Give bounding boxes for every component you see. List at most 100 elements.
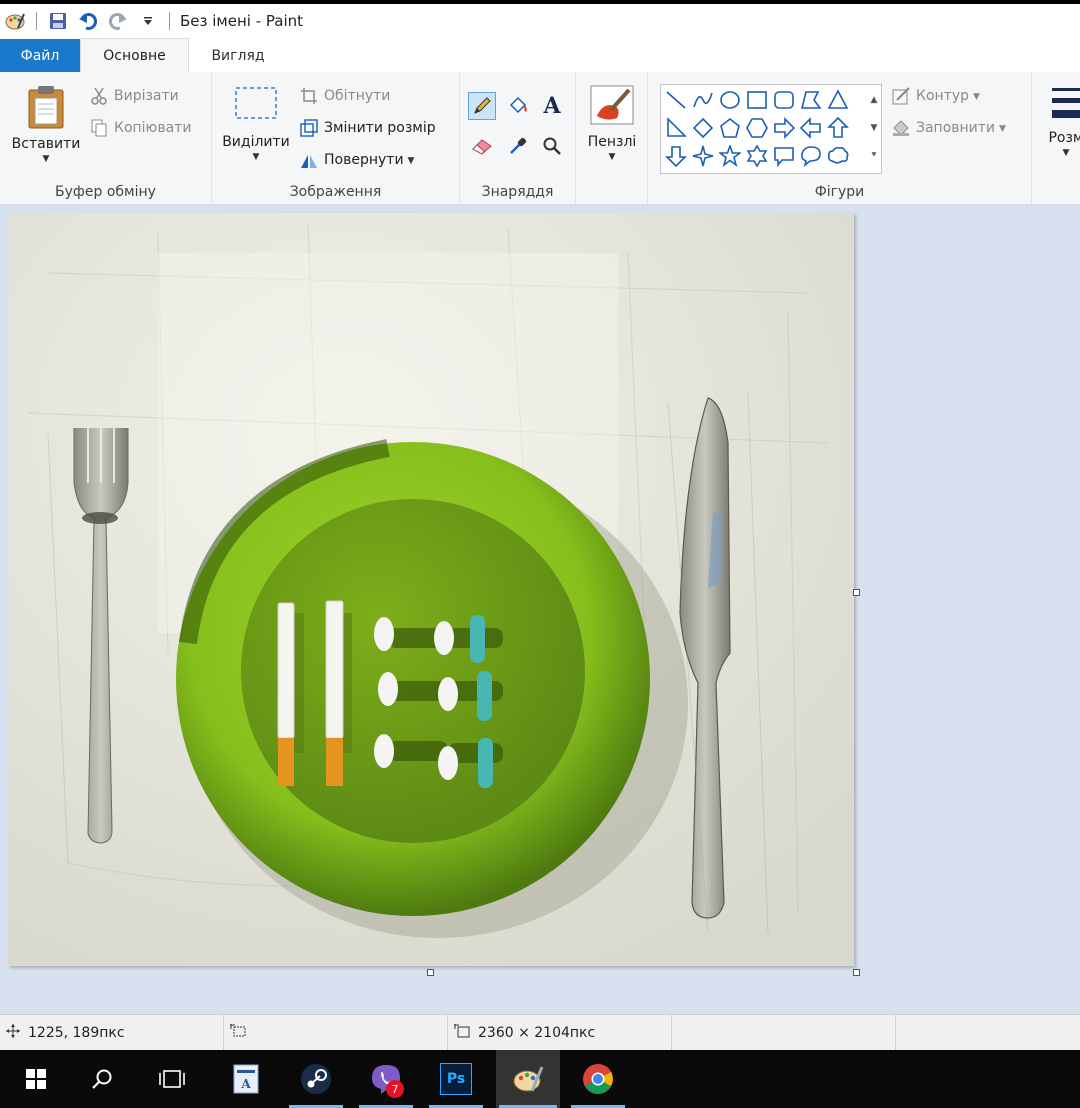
paint-app-icon[interactable] [4,10,26,32]
six-point-star-shape-icon[interactable] [744,143,770,169]
quick-access-toolbar [0,4,176,38]
eraser-icon[interactable] [468,132,496,160]
drawing-canvas[interactable] [8,213,854,966]
rotate-dropdown-arrow[interactable]: ▼ [408,156,415,166]
outline-dropdown-arrow[interactable]: ▼ [973,92,980,102]
canvas-resize-handle-bottom[interactable] [427,969,434,976]
paste-label: Вставити [11,136,81,152]
fill-icon[interactable] [504,92,532,120]
right-arrow-shape-icon[interactable] [771,115,797,141]
rotate-button[interactable]: Повернути ▼ [300,148,414,172]
triangle-shape-icon[interactable] [825,87,851,113]
separator [169,12,170,30]
cut-button[interactable]: Вирізати [90,84,179,108]
shapes-scroll-down-icon[interactable]: ▼ [867,115,881,141]
rectangle-shape-icon[interactable] [744,87,770,113]
rotate-icon [300,151,318,169]
five-point-star-shape-icon[interactable] [717,143,743,169]
tab-file[interactable]: Файл [0,39,80,72]
steam-icon[interactable] [286,1050,346,1108]
clipboard-group: Вставити ▼ Вирізати Копіювати Буфер обмі… [0,72,212,204]
photoshop-icon[interactable]: Ps [426,1050,486,1108]
image-size: 2360 × 2104пкс [448,1015,672,1051]
canvas-image [8,213,854,966]
search-icon[interactable] [72,1050,132,1108]
tools-group: A Знаряддя [460,72,576,204]
fill-shape-label: Заповнити [916,120,996,136]
rect-callout-shape-icon[interactable] [771,143,797,169]
line-width-icon [1052,88,1080,118]
redo-icon[interactable] [107,10,129,32]
word-icon[interactable]: A [216,1050,276,1108]
paste-dropdown-arrow[interactable]: ▼ [43,154,50,164]
cut-label: Вирізати [114,88,179,104]
select-button[interactable]: Виділити ▼ [218,84,294,162]
viber-icon[interactable]: 7 [356,1050,416,1108]
canvas-resize-handle-corner[interactable] [853,969,860,976]
copy-icon [90,119,108,137]
ribbon: Вставити ▼ Вирізати Копіювати Буфер обмі… [0,72,1080,205]
hexagon-shape-icon[interactable] [744,115,770,141]
down-arrow-shape-icon[interactable] [663,143,689,169]
shapes-expand-icon[interactable]: ⯆ [867,143,881,169]
polygon-shape-icon[interactable] [798,87,824,113]
size-label: Розм [1048,130,1080,146]
paste-button[interactable]: Вставити ▼ [8,84,84,164]
pencil-icon[interactable] [468,92,496,120]
tab-view[interactable]: Вигляд [189,39,287,72]
right-triangle-shape-icon[interactable] [663,115,689,141]
paint-window: Без імені - Paint Файл Основне Вигляд Вс… [0,4,1080,1051]
image-group-label: Зображення [289,184,382,200]
shapes-scroll-up-icon[interactable]: ▲ [867,87,881,113]
paint-icon[interactable] [496,1050,560,1108]
brushes-button[interactable]: Пензлі ▼ [582,84,642,162]
line-shape-icon[interactable] [663,87,689,113]
viber-badge: 7 [386,1080,404,1098]
select-dropdown-arrow[interactable]: ▼ [253,152,260,162]
brush-icon [590,85,634,125]
size-group: Розм ▼ [1032,72,1080,204]
chrome-icon[interactable] [568,1050,628,1108]
shapes-group-label: Фігури [814,184,865,200]
undo-icon[interactable] [77,10,99,32]
fill-shape-dropdown-arrow[interactable]: ▼ [999,124,1006,134]
curve-shape-icon[interactable] [690,87,716,113]
four-point-star-shape-icon[interactable] [690,143,716,169]
crop-icon [300,87,318,105]
outline-button[interactable]: Контур ▼ [892,84,980,108]
up-arrow-shape-icon[interactable] [825,115,851,141]
window-title: Без імені - Paint [180,12,304,30]
size-dropdown-arrow[interactable]: ▼ [1063,148,1070,158]
diamond-shape-icon[interactable] [690,115,716,141]
photoshop-label: Ps [440,1063,472,1095]
left-arrow-shape-icon[interactable] [798,115,824,141]
rounded-rectangle-shape-icon[interactable] [771,87,797,113]
image-group: Виділити ▼ Обітнути Змінити розмір Повер… [212,72,460,204]
resize-button[interactable]: Змінити розмір [300,116,436,140]
task-view-icon[interactable] [142,1050,202,1108]
magnifier-icon[interactable] [538,132,566,160]
crop-button[interactable]: Обітнути [300,84,390,108]
status-empty-cell [672,1015,896,1051]
copy-button[interactable]: Копіювати [90,116,191,140]
fill-bucket-icon [892,119,910,137]
brushes-group: Пензлі ▼ [576,72,648,204]
size-button[interactable]: Розм ▼ [1038,84,1080,158]
clipboard-group-label: Буфер обміну [55,184,156,200]
brushes-dropdown-arrow[interactable]: ▼ [609,152,616,162]
save-icon[interactable] [47,10,69,32]
outline-icon [892,87,910,105]
pentagon-shape-icon[interactable] [717,115,743,141]
crop-label: Обітнути [324,88,391,104]
color-picker-icon[interactable] [504,132,532,160]
canvas-resize-handle-right[interactable] [853,589,860,596]
windows-start-icon[interactable] [6,1050,66,1108]
cursor-position: 1225, 189пкс [0,1015,224,1051]
fill-shape-button[interactable]: Заповнити ▼ [892,116,1006,140]
tab-home[interactable]: Основне [80,38,189,72]
oval-callout-shape-icon[interactable] [798,143,824,169]
customize-dropdown-icon[interactable] [137,10,159,32]
text-icon[interactable]: A [538,92,566,120]
oval-shape-icon[interactable] [717,87,743,113]
cloud-callout-shape-icon[interactable] [825,143,851,169]
